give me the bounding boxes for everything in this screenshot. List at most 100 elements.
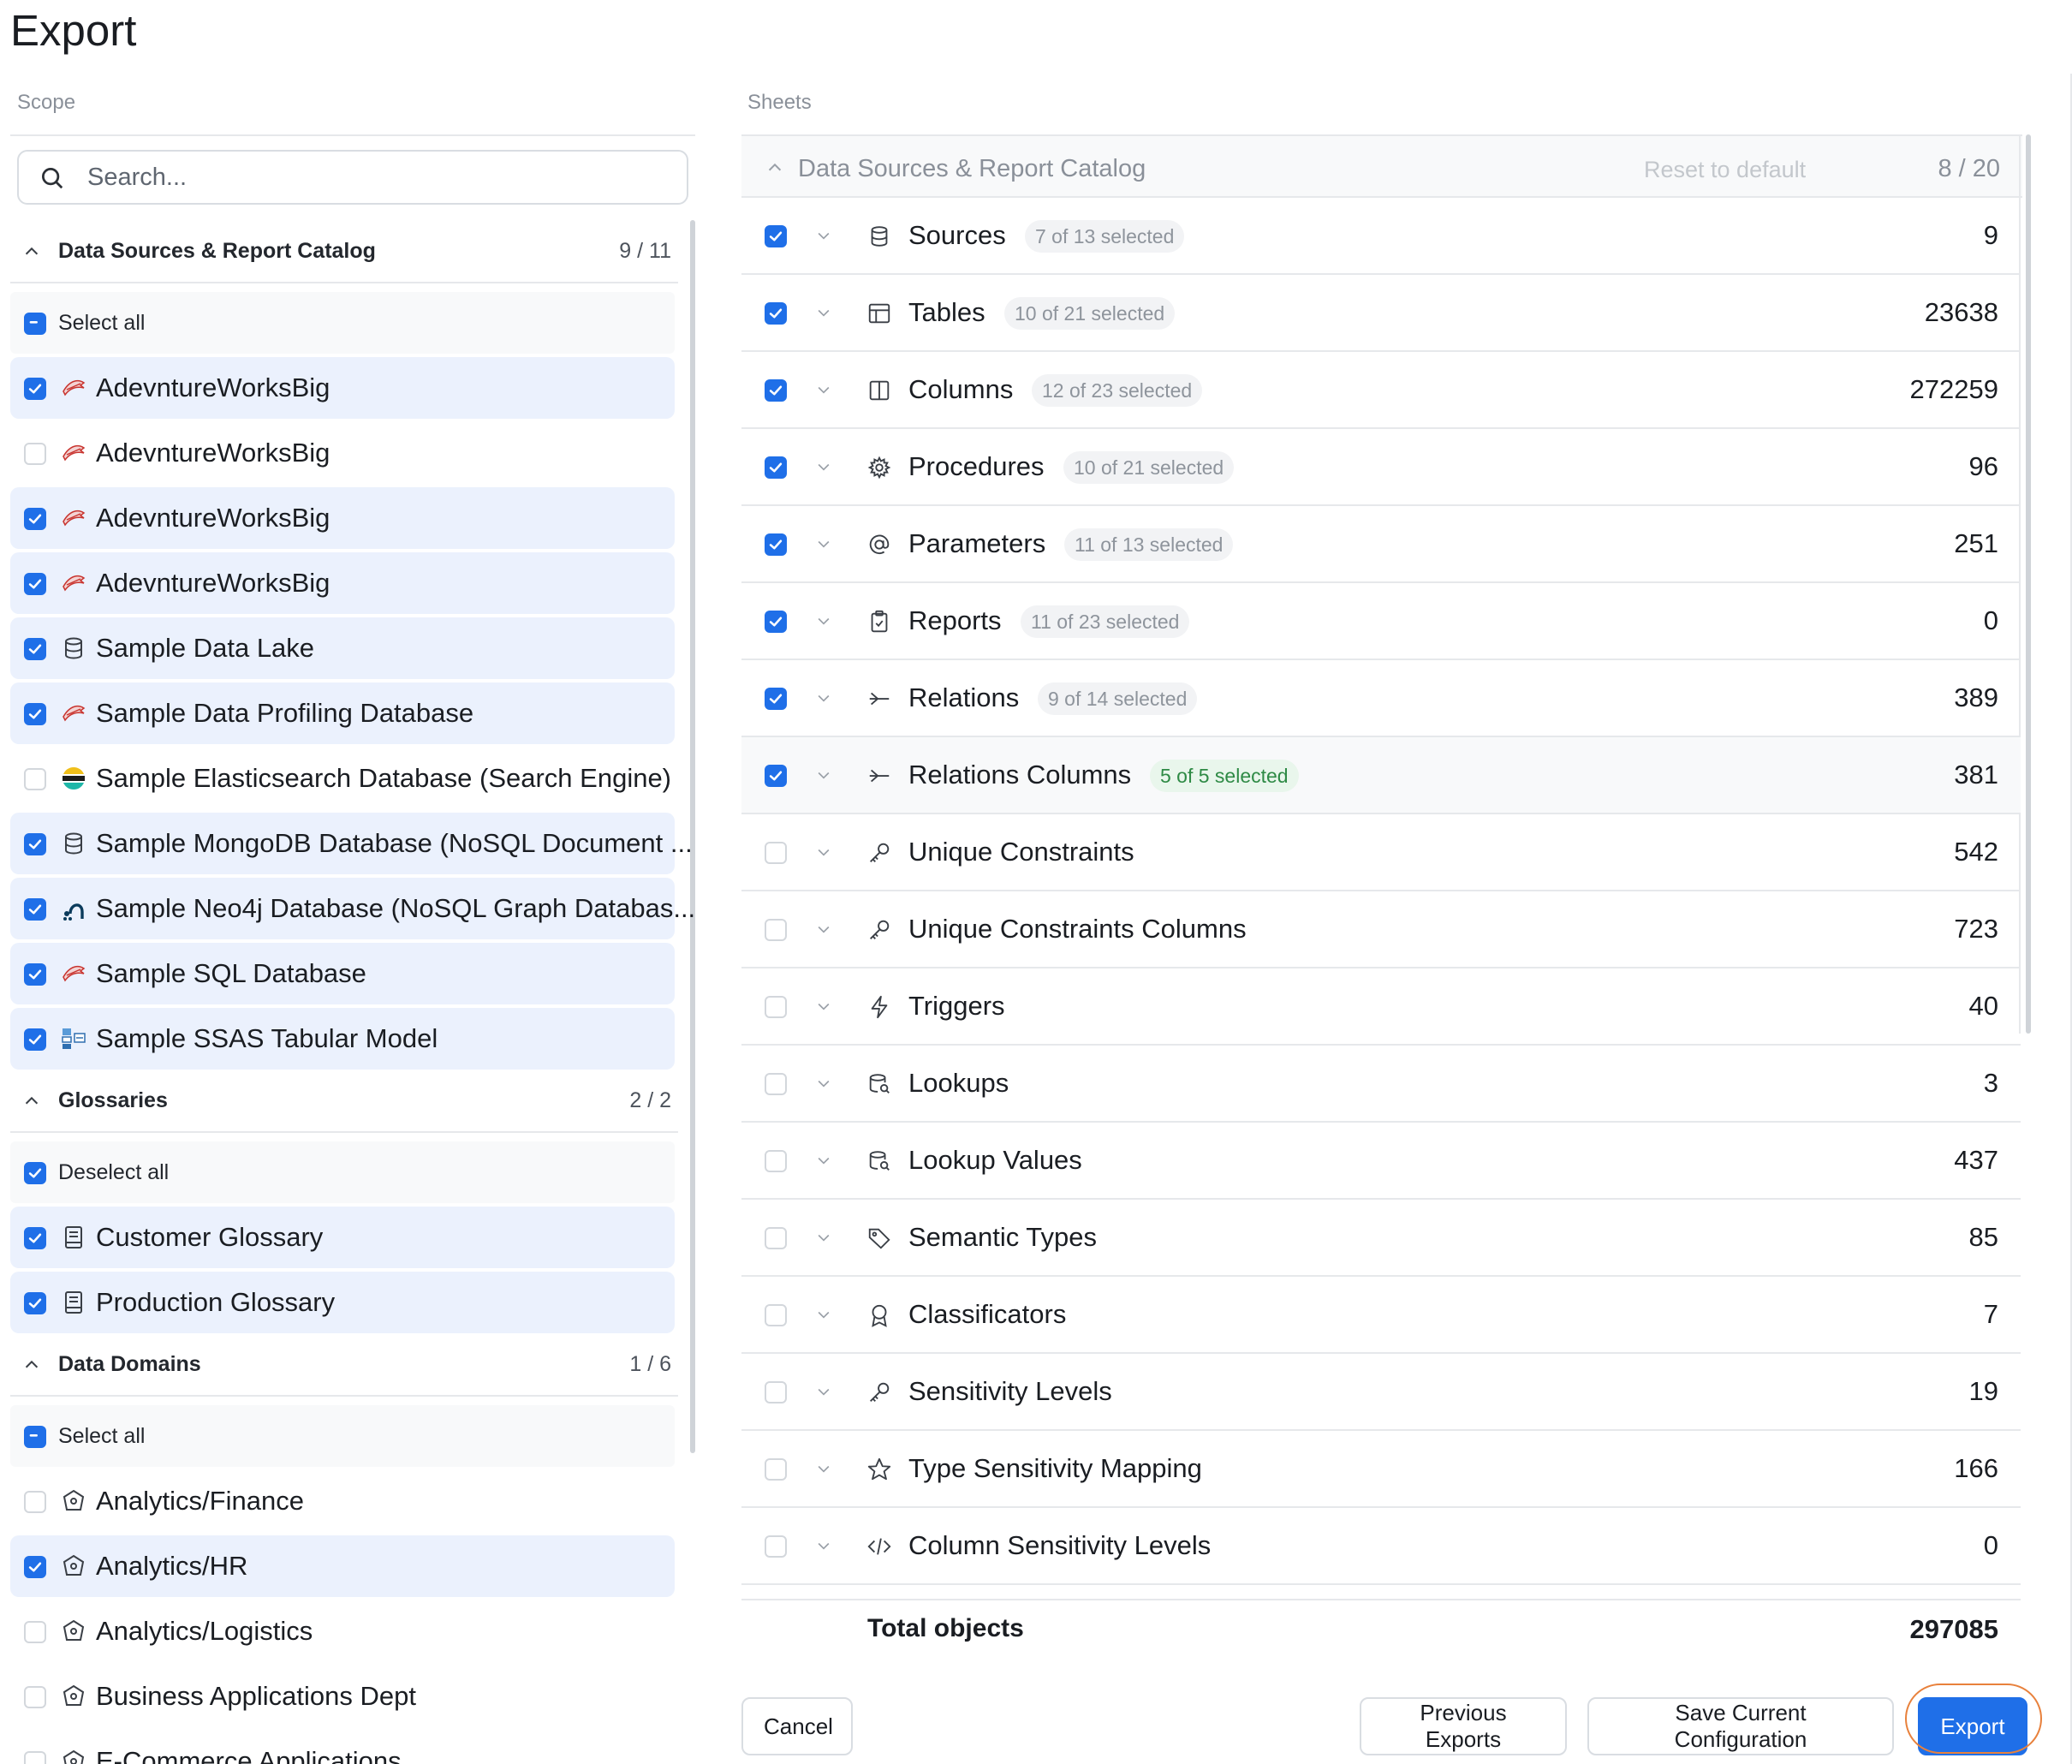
sheet-row[interactable]: Parameters 11 of 13 selected 251 (741, 506, 2021, 583)
sheet-row[interactable]: Tables 10 of 21 selected 23638 (741, 275, 2021, 352)
chevron-down-icon[interactable] (815, 1383, 832, 1400)
save-configuration-button[interactable]: Save Current Configuration (1587, 1697, 1894, 1755)
chevron-down-icon[interactable] (815, 766, 832, 784)
scope-section-header[interactable]: Glossaries 2 / 2 (10, 1070, 678, 1133)
chevron-down-icon[interactable] (815, 689, 832, 706)
sheet-row-checkbox[interactable] (765, 611, 787, 633)
scope-item-checkbox[interactable] (24, 898, 46, 921)
chevron-down-icon[interactable] (815, 1075, 832, 1092)
selection-badge[interactable]: 5 of 5 selected (1150, 760, 1299, 792)
chevron-up-icon[interactable] (22, 1092, 41, 1111)
sheet-row[interactable]: Unique Constraints 542 (741, 814, 2021, 891)
scope-item[interactable]: Business Applications Dept (10, 1666, 675, 1727)
sheet-row-checkbox[interactable] (765, 1227, 787, 1249)
sheet-row[interactable]: Type Sensitivity Mapping 166 (741, 1431, 2021, 1508)
scope-item[interactable]: Sample SSAS Tabular Model (10, 1008, 675, 1070)
scope-item-checkbox[interactable] (24, 703, 46, 725)
scope-item-checkbox[interactable] (24, 1686, 46, 1708)
chevron-down-icon[interactable] (815, 1537, 832, 1554)
sheet-row-checkbox[interactable] (765, 1458, 787, 1481)
select-all-checkbox[interactable] (24, 1426, 46, 1448)
cancel-button[interactable]: Cancel (741, 1697, 853, 1755)
sheets-section-header[interactable]: Data Sources & Report Catalog Reset to d… (741, 134, 2022, 198)
sheet-row[interactable]: Reports 11 of 23 selected 0 (741, 583, 2021, 660)
scope-item-checkbox[interactable] (24, 1621, 46, 1643)
sheet-row[interactable]: Relations Columns 5 of 5 selected 381 (741, 737, 2021, 814)
search-input[interactable] (87, 160, 670, 194)
chevron-down-icon[interactable] (815, 921, 832, 938)
sheet-row[interactable]: Procedures 10 of 21 selected 96 (741, 429, 2021, 506)
sheet-row[interactable]: Classificators 7 (741, 1277, 2021, 1354)
chevron-down-icon[interactable] (815, 1229, 832, 1246)
scope-item-checkbox[interactable] (24, 1556, 46, 1578)
scope-item[interactable]: Sample Neo4j Database (NoSQL Graph Datab… (10, 878, 695, 939)
sheet-row-checkbox[interactable] (765, 688, 787, 710)
sheet-row[interactable]: Columns 12 of 23 selected 272259 (741, 352, 2021, 429)
chevron-down-icon[interactable] (815, 843, 832, 861)
sheet-row[interactable]: Sources 7 of 13 selected 9 (741, 198, 2021, 275)
selection-badge[interactable]: 10 of 21 selected (1063, 451, 1235, 484)
scope-item[interactable]: Customer Glossary (10, 1207, 675, 1268)
scope-item-checkbox[interactable] (24, 573, 46, 595)
scope-item[interactable]: Production Glossary (10, 1272, 675, 1333)
sheet-row[interactable]: Semantic Types 85 (741, 1200, 2021, 1277)
reset-to-default-link[interactable]: Reset to default (1644, 157, 1806, 183)
sheet-row[interactable]: Sensitivity Levels 19 (741, 1354, 2021, 1431)
scope-item-checkbox[interactable] (24, 378, 46, 400)
chevron-up-icon[interactable] (22, 1356, 41, 1374)
sheets-scrollbar[interactable] (2026, 134, 2031, 1034)
scope-item[interactable]: Sample Data Lake (10, 617, 675, 679)
chevron-down-icon[interactable] (815, 304, 832, 321)
sheet-row-checkbox[interactable] (765, 379, 787, 402)
selection-badge[interactable]: 7 of 13 selected (1025, 220, 1185, 253)
scope-item[interactable]: Sample Data Profiling Database (10, 682, 675, 744)
scope-item[interactable]: AdevntureWorksBig (10, 422, 675, 484)
scope-item-checkbox[interactable] (24, 768, 46, 790)
scope-item[interactable]: E-Commerce Applications (10, 1731, 675, 1764)
scope-item-checkbox[interactable] (24, 1292, 46, 1314)
scope-item-checkbox[interactable] (24, 638, 46, 660)
sheet-row-checkbox[interactable] (765, 996, 787, 1018)
export-button[interactable]: Export (1918, 1697, 2027, 1755)
scope-item[interactable]: Analytics/Finance (10, 1470, 675, 1532)
scope-item-checkbox[interactable] (24, 1028, 46, 1051)
scope-item[interactable]: AdevntureWorksBig (10, 487, 675, 549)
sheet-row-checkbox[interactable] (765, 765, 787, 787)
scope-item-checkbox[interactable] (24, 1491, 46, 1513)
chevron-up-icon[interactable] (765, 158, 784, 177)
scope-section-header[interactable]: Data Domains 1 / 6 (10, 1333, 678, 1397)
chevron-down-icon[interactable] (815, 381, 832, 398)
previous-exports-button[interactable]: Previous Exports (1360, 1697, 1567, 1755)
scope-item-checkbox[interactable] (24, 963, 46, 986)
scope-item[interactable]: AdevntureWorksBig (10, 357, 675, 419)
select-all-checkbox[interactable] (24, 1162, 46, 1184)
select-all-row[interactable]: Deselect all (10, 1141, 675, 1203)
sheet-row-checkbox[interactable] (765, 1150, 787, 1172)
sheet-row-checkbox[interactable] (765, 1381, 787, 1403)
search-box[interactable] (17, 150, 688, 205)
sheet-row-checkbox[interactable] (765, 225, 787, 247)
sheet-row[interactable]: Relations 9 of 14 selected 389 (741, 660, 2021, 737)
chevron-down-icon[interactable] (815, 458, 832, 475)
chevron-down-icon[interactable] (815, 1152, 832, 1169)
sheet-row-checkbox[interactable] (765, 456, 787, 479)
select-all-row[interactable]: Select all (10, 1405, 675, 1467)
selection-badge[interactable]: 11 of 13 selected (1064, 528, 1234, 561)
scope-section-header[interactable]: Data Sources & Report Catalog 9 / 11 (10, 220, 678, 283)
scope-item[interactable]: Sample Elasticsearch Database (Search En… (10, 748, 675, 809)
chevron-down-icon[interactable] (815, 612, 832, 629)
scope-item[interactable]: Analytics/HR (10, 1535, 675, 1597)
sheet-row-checkbox[interactable] (765, 1073, 787, 1095)
sheet-row-checkbox[interactable] (765, 1535, 787, 1558)
sheet-row[interactable]: Unique Constraints Columns 723 (741, 891, 2021, 968)
sheet-row[interactable]: Column Sensitivity Levels 0 (741, 1508, 2021, 1585)
chevron-down-icon[interactable] (815, 1460, 832, 1477)
sheet-row[interactable]: Lookups 3 (741, 1046, 2021, 1123)
select-all-row[interactable]: Select all (10, 292, 675, 354)
chevron-down-icon[interactable] (815, 227, 832, 244)
sheet-row[interactable]: Lookup Values 437 (741, 1123, 2021, 1200)
sheet-row[interactable]: Triggers 40 (741, 968, 2021, 1046)
select-all-checkbox[interactable] (24, 313, 46, 335)
sheet-row-checkbox[interactable] (765, 302, 787, 325)
scope-item[interactable]: AdevntureWorksBig (10, 552, 675, 614)
